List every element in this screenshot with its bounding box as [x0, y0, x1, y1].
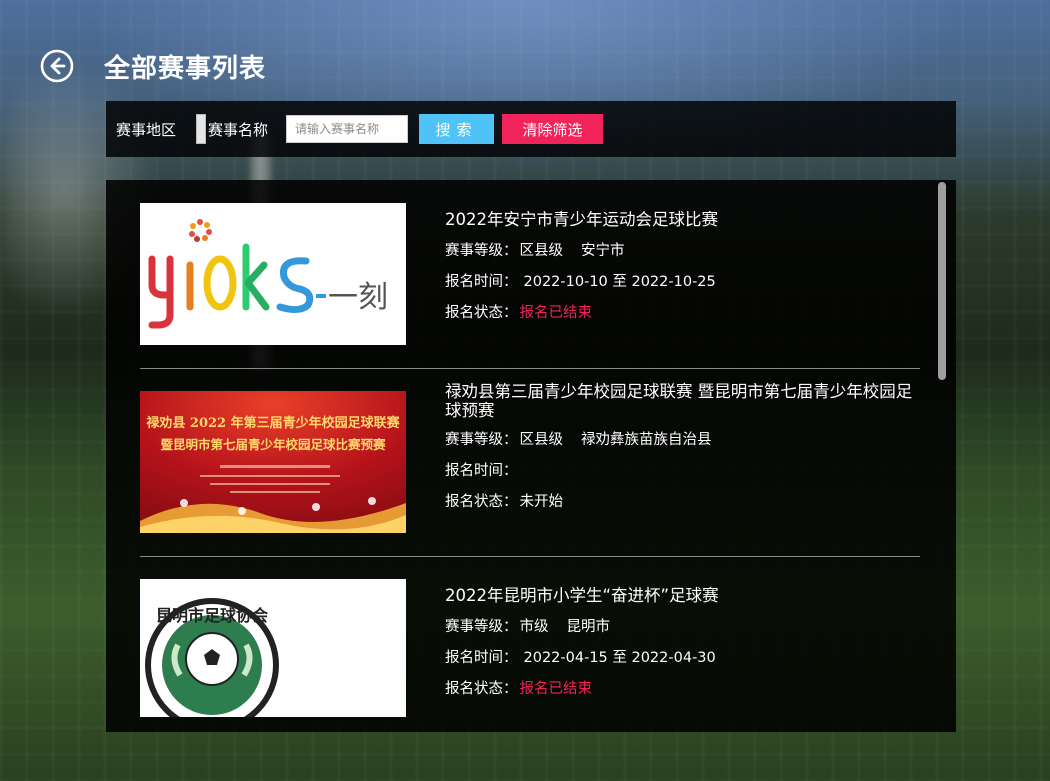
name-label: 赛事名称 — [208, 120, 269, 139]
time-label: 报名时间： — [445, 463, 518, 479]
time-value: 2022-04-15 至 2022-04-30 — [523, 650, 716, 666]
time-label: 报名时间： — [445, 650, 518, 666]
event-level-row: 赛事等级： 市级 昆明市 — [445, 617, 925, 637]
event-thumbnail[interactable]: 一刻 — [140, 203, 406, 345]
search-button[interactable]: 搜索 — [419, 114, 495, 144]
status-label: 报名状态： — [445, 494, 518, 510]
event-name-input[interactable] — [286, 115, 409, 143]
event-info: 禄劝县第三届青少年校园足球联赛 暨昆明市第七届青少年校园足球预赛 赛事等级： 区县… — [445, 382, 925, 523]
time-value: 2022-10-10 至 2022-10-25 — [523, 274, 716, 290]
level-value: 区县级 — [519, 432, 564, 448]
time-label: 报名时间： — [445, 274, 518, 290]
page-header: 全部赛事列表 — [40, 46, 266, 86]
event-status-row: 报名状态： 报名已结束 — [445, 303, 925, 323]
region-value: 昆明市 — [566, 619, 611, 635]
event-status-row: 报名状态： 未开始 — [445, 492, 925, 512]
svg-text:禄劝县 2022 年第三届青少年校园足球联赛: 禄劝县 2022 年第三届青少年校园足球联赛 — [146, 415, 400, 431]
event-time-row: 报名时间： — [445, 461, 925, 481]
clear-filter-button[interactable]: 清除筛选 — [502, 114, 604, 144]
event-status-row: 报名状态： 报名已结束 — [445, 679, 925, 699]
event-list[interactable]: 一刻 2022年安宁市青少年运动会足球比赛 赛事等级： 区县级 安宁市 报名时间： 2… — [106, 180, 956, 732]
status-value: 报名已结束 — [519, 305, 593, 321]
region-label: 赛事地区 — [116, 120, 177, 139]
kunming-football-association-logo: 昆明市足球协会 — [140, 579, 406, 717]
event-info: 2022年昆明市小学生“奋进杯”足球赛 赛事等级： 市级 昆明市 报名时间： 2022… — [445, 586, 925, 710]
status-label: 报名状态： — [445, 681, 518, 697]
event-title[interactable]: 禄劝县第三届青少年校园足球联赛 暨昆明市第七届青少年校园足球预赛 — [445, 382, 925, 420]
event-time-row: 报名时间： 2022-10-10 至 2022-10-25 — [445, 272, 925, 292]
event-item[interactable]: 一刻 2022年安宁市青少年运动会足球比赛 赛事等级： 区县级 安宁市 报名时间： 2… — [140, 180, 920, 368]
event-item[interactable]: 昆明市足球协会 2022年昆明市小学生“奋进杯”足球赛 赛事等级： 市级 昆明市 报… — [140, 556, 920, 732]
event-level-row: 赛事等级： 区县级 安宁市 — [445, 241, 925, 261]
back-arrow-icon[interactable] — [40, 49, 74, 83]
event-thumbnail[interactable]: 禄劝县 2022 年第三届青少年校园足球联赛 暨昆明市第七届青少年校园足球比赛预… — [140, 391, 406, 533]
svg-text:暨昆明市第七届青少年校园足球比赛预赛: 暨昆明市第七届青少年校园足球比赛预赛 — [160, 437, 386, 452]
svg-text:一刻: 一刻 — [328, 280, 388, 315]
region-value: 禄劝彝族苗族自治县 — [581, 432, 712, 448]
status-label: 报名状态： — [445, 305, 518, 321]
event-thumbnail[interactable]: 昆明市足球协会 — [140, 579, 406, 717]
list-scrollbar[interactable] — [938, 182, 946, 380]
filter-bar: 赛事地区 赛事名称 搜索 清除筛选 — [106, 101, 956, 157]
level-value: 市级 — [519, 619, 549, 635]
level-label: 赛事等级： — [445, 619, 518, 635]
event-time-row: 报名时间： 2022-04-15 至 2022-04-30 — [445, 648, 925, 668]
level-label: 赛事等级： — [445, 243, 518, 259]
status-value: 未开始 — [519, 494, 564, 510]
svg-text:昆明市足球协会: 昆明市足球协会 — [156, 606, 268, 625]
page-title: 全部赛事列表 — [104, 53, 267, 84]
level-value: 区县级 — [519, 243, 564, 259]
level-label: 赛事等级： — [445, 432, 518, 448]
event-item[interactable]: 禄劝县 2022 年第三届青少年校园足球联赛 暨昆明市第七届青少年校园足球比赛预… — [140, 368, 920, 556]
event-poster-image: 禄劝县 2022 年第三届青少年校园足球联赛 暨昆明市第七届青少年校园足球比赛预… — [140, 391, 406, 533]
event-level-row: 赛事等级： 区县级 禄劝彝族苗族自治县 — [445, 430, 925, 450]
region-select[interactable] — [196, 114, 207, 144]
event-info: 2022年安宁市青少年运动会足球比赛 赛事等级： 区县级 安宁市 报名时间： 2022… — [445, 210, 925, 334]
yioks-logo-image: 一刻 — [140, 203, 406, 345]
event-title[interactable]: 2022年安宁市青少年运动会足球比赛 — [445, 210, 925, 229]
status-value: 报名已结束 — [519, 681, 593, 697]
region-value: 安宁市 — [581, 243, 625, 259]
event-title[interactable]: 2022年昆明市小学生“奋进杯”足球赛 — [445, 586, 925, 605]
